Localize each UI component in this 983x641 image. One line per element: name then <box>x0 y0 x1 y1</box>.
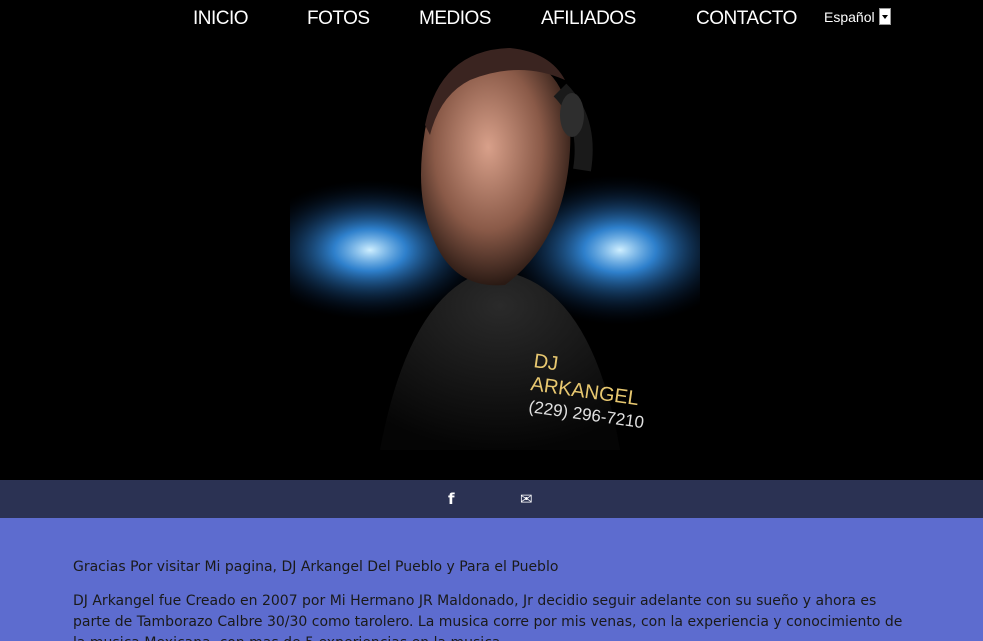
dj-portrait-image: DJ ARKANGEL (229) 296-7210 <box>290 48 700 450</box>
language-label: Español <box>824 8 875 25</box>
intro-text: Gracias Por visitar Mi pagina, DJ Arkang… <box>73 559 559 575</box>
chevron-down-icon[interactable] <box>878 8 891 25</box>
body-text: DJ Arkangel fue Creado en 2007 por Mi He… <box>73 593 903 641</box>
social-bar: f ✉ <box>0 480 983 518</box>
facebook-icon[interactable]: f <box>448 490 455 508</box>
nav-afiliados[interactable]: AFILIADOS <box>541 8 636 30</box>
nav-inicio[interactable]: INICIO <box>193 8 249 30</box>
main-nav: INICIO FOTOS MEDIOS AFILIADOS CONTACTO E… <box>0 0 983 40</box>
email-icon[interactable]: ✉ <box>520 490 533 508</box>
content-section: Gracias Por visitar Mi pagina, DJ Arkang… <box>0 518 983 641</box>
nav-medios[interactable]: MEDIOS <box>419 8 491 30</box>
hero-section: INICIO FOTOS MEDIOS AFILIADOS CONTACTO E… <box>0 0 983 480</box>
logo-line1: DJ <box>532 350 559 375</box>
language-select[interactable]: Español <box>824 8 891 25</box>
nav-fotos[interactable]: FOTOS <box>307 8 370 30</box>
nav-contacto[interactable]: CONTACTO <box>696 8 797 30</box>
